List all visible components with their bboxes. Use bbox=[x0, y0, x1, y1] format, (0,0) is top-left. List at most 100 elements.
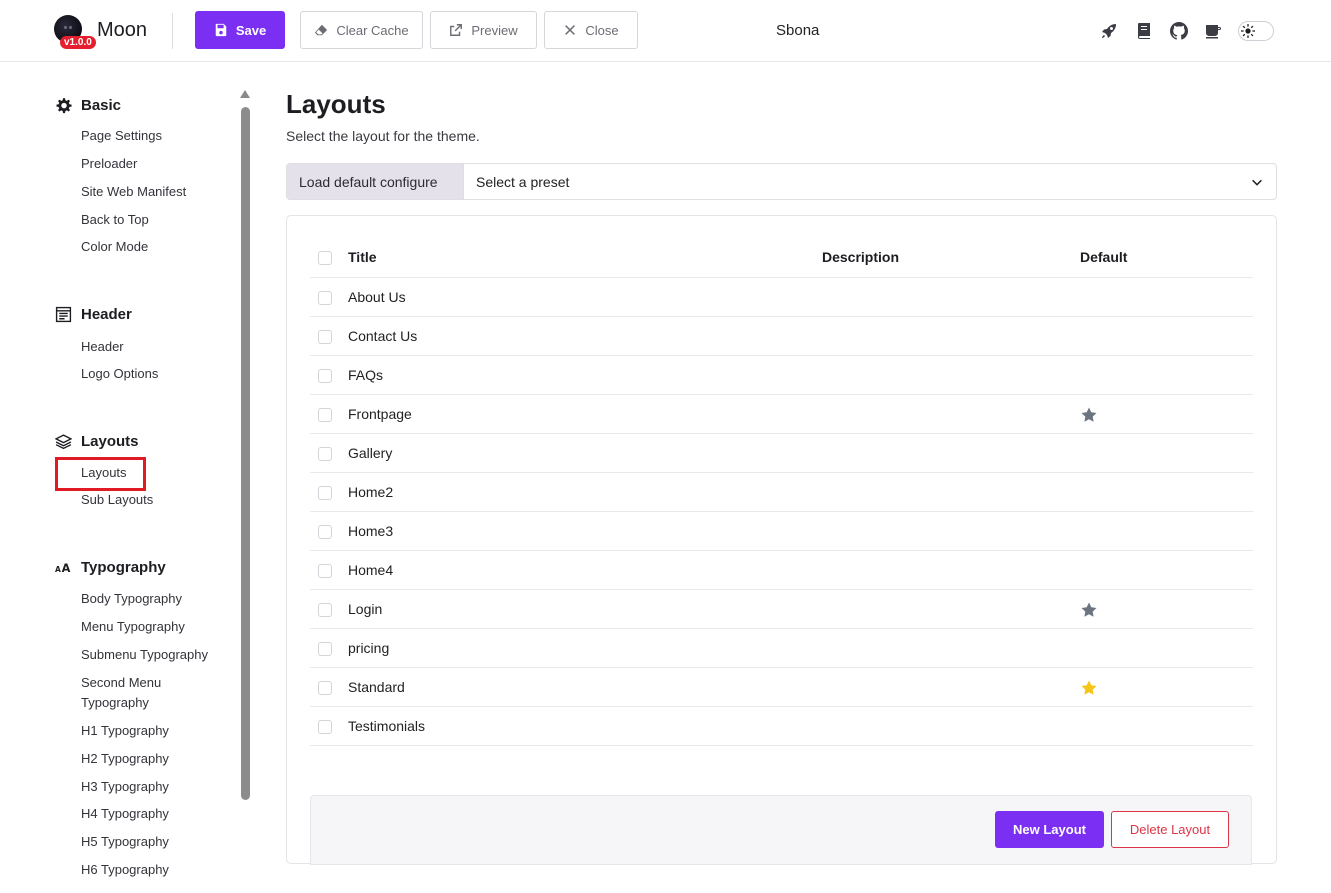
page-subtitle: Select the layout for the theme. bbox=[286, 128, 480, 144]
row-checkbox[interactable] bbox=[318, 642, 332, 656]
github-icon[interactable] bbox=[1170, 22, 1188, 40]
sidebar-group-layouts: Layouts bbox=[55, 433, 139, 450]
layers-icon bbox=[55, 434, 72, 450]
column-header-description: Description bbox=[822, 249, 900, 265]
layout-title: Login bbox=[348, 601, 383, 617]
sidebar-item-submenu-typography[interactable]: Submenu Typography bbox=[81, 645, 208, 665]
sidebar-item-h1-typography[interactable]: H1 Typography bbox=[81, 721, 169, 741]
version-badge: v1.0.0 bbox=[60, 36, 96, 49]
set-default-star-icon[interactable] bbox=[1080, 406, 1098, 424]
sun-icon bbox=[1241, 24, 1255, 38]
new-layout-button[interactable]: New Layout bbox=[995, 811, 1104, 848]
table-row[interactable]: Testimonials bbox=[310, 707, 1253, 746]
close-icon bbox=[565, 25, 576, 35]
layout-title: Frontpage bbox=[348, 406, 412, 422]
brand-name: Moon bbox=[97, 19, 148, 41]
layout-title: Contact Us bbox=[348, 328, 418, 344]
sidebar-item-h5-typography[interactable]: H5 Typography bbox=[81, 832, 169, 852]
sidebar-item-preloader[interactable]: Preloader bbox=[81, 154, 137, 174]
table-row[interactable]: About Us bbox=[310, 278, 1253, 317]
table-row[interactable]: Frontpage bbox=[310, 395, 1253, 434]
save-icon bbox=[215, 23, 227, 37]
row-checkbox[interactable] bbox=[318, 720, 332, 734]
sidebar-item-logo-options[interactable]: Logo Options bbox=[81, 364, 158, 384]
header-icon bbox=[55, 306, 72, 323]
sidebar-group-basic: Basic bbox=[55, 97, 121, 114]
divider bbox=[172, 13, 173, 49]
coffee-icon[interactable] bbox=[1204, 22, 1222, 40]
sidebar-item-layouts[interactable]: Layouts bbox=[81, 463, 127, 483]
top-bar: v1.0.0 Moon Save Clear Cache Preview Clo… bbox=[0, 0, 1331, 62]
table-row[interactable]: Gallery bbox=[310, 434, 1253, 473]
sidebar-item-body-typography[interactable]: Body Typography bbox=[81, 589, 182, 609]
row-checkbox[interactable] bbox=[318, 408, 332, 422]
table-row[interactable]: Standard bbox=[310, 668, 1253, 707]
layout-title: About Us bbox=[348, 289, 406, 305]
table-row[interactable]: Contact Us bbox=[310, 317, 1253, 356]
sidebar-item-h3-typography[interactable]: H3 Typography bbox=[81, 777, 169, 797]
table-row[interactable]: Home2 bbox=[310, 473, 1253, 512]
eraser-icon bbox=[315, 24, 328, 36]
row-checkbox[interactable] bbox=[318, 486, 332, 500]
sidebar-item-header[interactable]: Header bbox=[81, 337, 124, 357]
row-checkbox[interactable] bbox=[318, 330, 332, 344]
clear-cache-label: Clear Cache bbox=[336, 22, 409, 38]
row-checkbox[interactable] bbox=[318, 525, 332, 539]
table-header-row: Title Description Default bbox=[310, 238, 1253, 278]
close-button[interactable]: Close bbox=[544, 11, 638, 49]
preview-label: Preview bbox=[471, 22, 518, 38]
sidebar-item-back-to-top[interactable]: Back to Top bbox=[81, 210, 149, 230]
chevron-down-icon bbox=[1252, 179, 1262, 186]
delete-layout-button[interactable]: Delete Layout bbox=[1111, 811, 1229, 848]
select-all-checkbox[interactable] bbox=[318, 251, 332, 265]
preset-selector: Load default configure Select a preset bbox=[286, 163, 1277, 200]
table-row[interactable]: Login bbox=[310, 590, 1253, 629]
preset-select-value: Select a preset bbox=[476, 173, 570, 190]
sidebar-item-h4-typography[interactable]: H4 Typography bbox=[81, 804, 169, 824]
gear-icon bbox=[56, 98, 72, 114]
layout-title: Testimonials bbox=[348, 718, 426, 734]
sidebar-item-h2-typography[interactable]: H2 Typography bbox=[81, 749, 169, 769]
close-label: Close bbox=[585, 22, 619, 38]
sidebar-item-site-web-manifest[interactable]: Site Web Manifest bbox=[81, 182, 186, 202]
row-checkbox[interactable] bbox=[318, 447, 332, 461]
scroll-up-arrow-icon[interactable] bbox=[240, 90, 250, 98]
set-default-star-icon[interactable] bbox=[1080, 601, 1098, 619]
row-checkbox[interactable] bbox=[318, 369, 332, 383]
table-row[interactable]: Home4 bbox=[310, 551, 1253, 590]
table-row[interactable]: pricing bbox=[310, 629, 1253, 668]
clear-cache-button[interactable]: Clear Cache bbox=[300, 11, 423, 49]
layout-title: Home2 bbox=[348, 484, 394, 500]
table-row[interactable]: FAQs bbox=[310, 356, 1253, 395]
sidebar-item-sub-layouts[interactable]: Sub Layouts bbox=[81, 490, 153, 510]
load-default-configure-button[interactable]: Load default configure bbox=[287, 164, 464, 199]
color-mode-toggle[interactable] bbox=[1238, 21, 1274, 41]
row-checkbox[interactable] bbox=[318, 603, 332, 617]
column-header-title: Title bbox=[348, 249, 377, 265]
table-row[interactable]: Home3 bbox=[310, 512, 1253, 551]
sidebar-item-menu-typography[interactable]: Menu Typography bbox=[81, 617, 185, 637]
layout-title: Gallery bbox=[348, 445, 393, 461]
preset-select[interactable]: Select a preset bbox=[464, 164, 1276, 199]
sidebar-item-h6-typography[interactable]: H6 Typography bbox=[81, 860, 169, 880]
save-button[interactable]: Save bbox=[195, 11, 285, 49]
sidebar-group-label: Typography bbox=[81, 559, 166, 576]
book-icon[interactable] bbox=[1135, 22, 1153, 40]
sidebar-group-typography: AA Typography bbox=[55, 559, 166, 576]
preview-button[interactable]: Preview bbox=[430, 11, 537, 49]
sidebar-group-header: Header bbox=[55, 306, 132, 323]
sidebar-scrollbar[interactable] bbox=[241, 107, 250, 800]
rocket-icon[interactable] bbox=[1100, 22, 1118, 40]
sidebar-item-second-menu-typography[interactable]: Second Menu Typography bbox=[81, 673, 191, 713]
svg-text:A: A bbox=[62, 561, 71, 575]
brand[interactable]: v1.0.0 Moon bbox=[52, 12, 162, 52]
layouts-table: Title Description Default About Us Contac… bbox=[310, 238, 1253, 746]
sidebar-item-page-settings[interactable]: Page Settings bbox=[81, 126, 162, 146]
row-checkbox[interactable] bbox=[318, 681, 332, 695]
row-checkbox[interactable] bbox=[318, 564, 332, 578]
typography-icon: AA bbox=[55, 561, 71, 575]
external-link-icon bbox=[450, 24, 463, 36]
default-star-active-icon[interactable] bbox=[1080, 679, 1098, 697]
row-checkbox[interactable] bbox=[318, 291, 332, 305]
sidebar-item-color-mode[interactable]: Color Mode bbox=[81, 237, 148, 257]
